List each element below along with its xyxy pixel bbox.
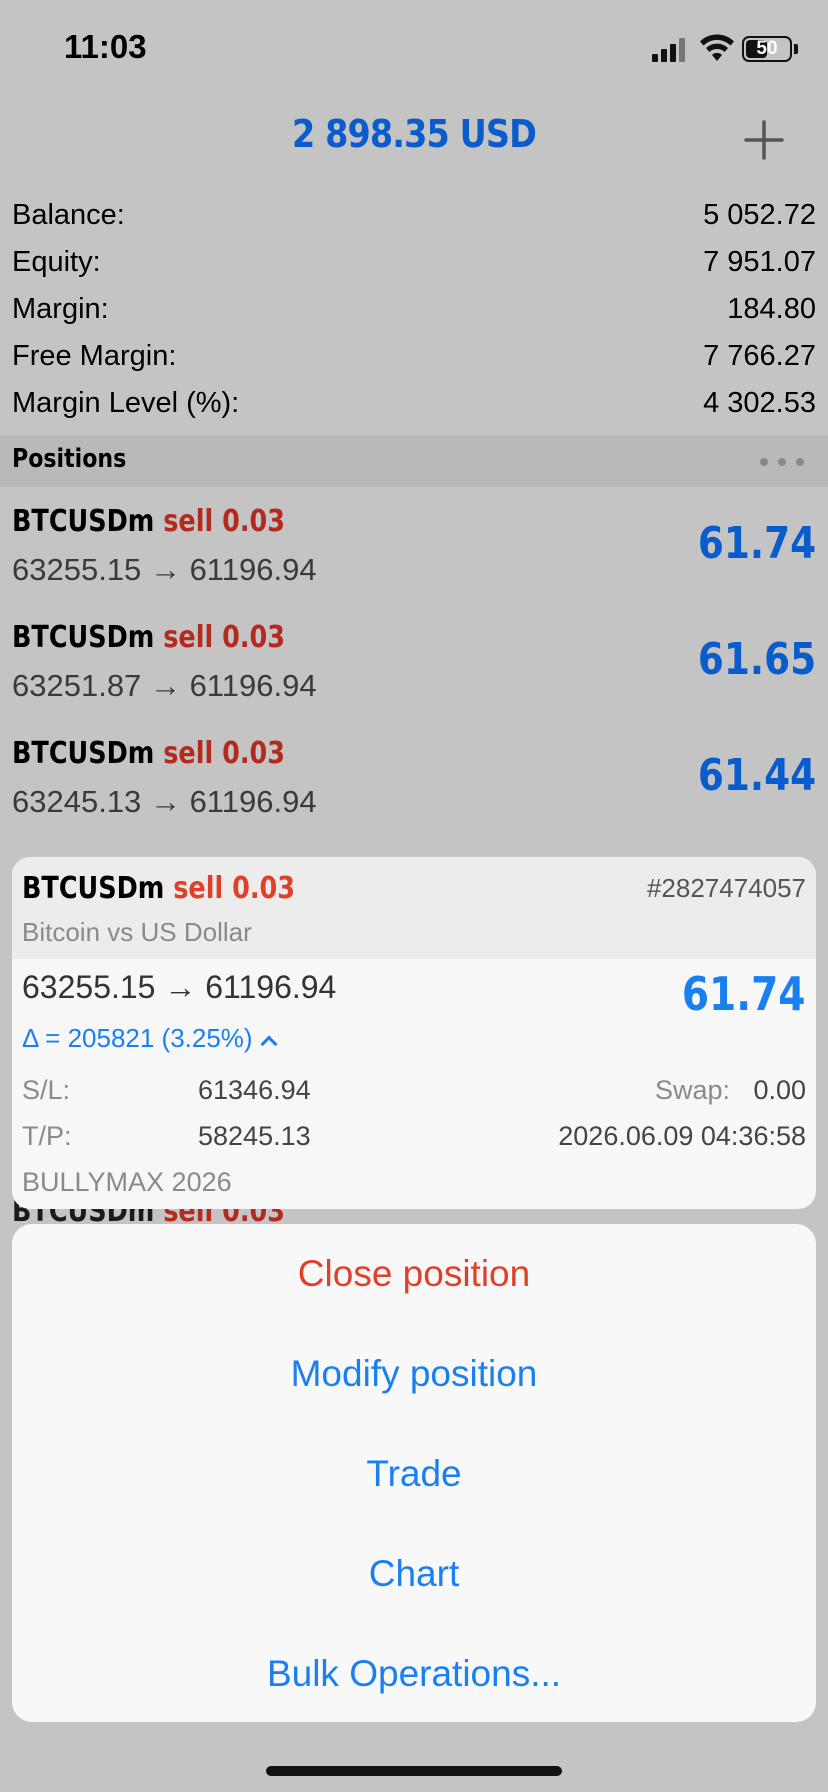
position-prices: 63245.13 → 61196.94 xyxy=(12,784,317,820)
close-position-button[interactable]: Close position xyxy=(12,1224,816,1324)
position-side: sell 0.03 xyxy=(163,736,285,771)
free-margin-label: Free Margin: xyxy=(12,340,177,372)
margin-level-label: Margin Level (%): xyxy=(12,387,240,419)
card-title: BTCUSDm sell 0.03 xyxy=(22,871,295,906)
position-title: BTCUSDm sell 0.03 xyxy=(12,504,285,539)
margin-label: Margin: xyxy=(12,293,109,325)
margin-row: Margin: 184.80 xyxy=(12,286,816,333)
position-detail-card: BTCUSDm sell 0.03 #2827474057 Bitcoin vs… xyxy=(12,857,816,1209)
plus-icon[interactable] xyxy=(742,118,786,162)
open-price: 63255.15 xyxy=(12,552,142,587)
free-margin-value: 7 766.27 xyxy=(703,340,816,372)
position-title: BTCUSDm sell 0.03 xyxy=(12,620,285,655)
status-time: 11:03 xyxy=(64,28,147,65)
chart-button[interactable]: Chart xyxy=(12,1524,816,1624)
battery-icon: 50 xyxy=(742,36,792,62)
card-profit: 61.74 xyxy=(682,967,806,1021)
open-price: 63251.87 xyxy=(12,668,142,703)
arrow-icon: → xyxy=(149,784,181,819)
position-prices: 63251.87 → 61196.94 xyxy=(12,668,317,704)
position-symbol: BTCUSDm xyxy=(12,504,155,539)
balance-value: 5 052.72 xyxy=(703,199,816,231)
open-price: 63245.13 xyxy=(12,784,142,819)
home-indicator[interactable] xyxy=(266,1766,562,1776)
current-price: 61196.94 xyxy=(189,668,317,703)
equity-row: Equity: 7 951.07 xyxy=(12,239,816,286)
position-symbol: BTCUSDm xyxy=(12,620,155,655)
modify-position-button[interactable]: Modify position xyxy=(12,1324,816,1424)
bulk-operations-button[interactable]: Bulk Operations... xyxy=(12,1624,816,1722)
free-margin-row: Free Margin: 7 766.27 xyxy=(12,333,816,380)
swap-value: 0.00 xyxy=(753,1075,806,1105)
margin-value: 184.80 xyxy=(727,293,816,325)
position-profit: 61.44 xyxy=(697,750,816,801)
position-title: BTCUSDm sell 0.03 xyxy=(12,736,285,771)
position-profit: 61.65 xyxy=(697,634,816,685)
cellular-signal-icon xyxy=(652,38,688,62)
swap-label: Swap: xyxy=(654,1075,730,1105)
position-prices: 63255.15 → 61196.94 xyxy=(12,552,317,588)
battery-percent: 50 xyxy=(756,38,778,59)
account-profit-title: 2 898.35 USD xyxy=(291,112,537,156)
margin-level-value: 4 302.53 xyxy=(703,387,816,419)
sl-label: S/L: xyxy=(22,1075,71,1105)
action-sheet: Close position Modify position Trade Cha… xyxy=(12,1224,816,1722)
position-profit: 61.74 xyxy=(697,518,816,569)
card-symbol: BTCUSDm xyxy=(22,871,165,906)
ticket-number: #2827474057 xyxy=(646,873,806,903)
open-time: 2026.06.09 04:36:58 xyxy=(558,1121,806,1151)
balance-row: Balance: 5 052.72 xyxy=(12,192,816,239)
position-side: sell 0.03 xyxy=(163,620,285,655)
chevron-up-icon xyxy=(260,1035,278,1053)
current-price: 61196.94 xyxy=(189,552,317,587)
tp-label: T/P: xyxy=(22,1121,72,1151)
delta-toggle[interactable]: Δ = 205821 (3.25%) xyxy=(22,1023,278,1054)
tp-value: 58245.13 xyxy=(198,1121,311,1151)
symbol-description: Bitcoin vs US Dollar xyxy=(22,917,252,947)
balance-label: Balance: xyxy=(12,199,125,231)
margin-level-row: Margin Level (%): 4 302.53 xyxy=(12,380,816,427)
equity-value: 7 951.07 xyxy=(703,246,816,278)
sl-value: 61346.94 xyxy=(198,1075,311,1105)
positions-title: Positions xyxy=(12,444,127,474)
position-symbol: BTCUSDm xyxy=(12,736,155,771)
card-side: sell 0.03 xyxy=(173,871,295,906)
card-prices: 63255.15 → 61196.94 xyxy=(22,969,337,1005)
wifi-icon xyxy=(700,34,734,61)
more-icon[interactable] xyxy=(760,458,804,468)
arrow-icon: → xyxy=(149,668,181,703)
position-comment: BULLYMAX 2026 xyxy=(22,1167,232,1197)
equity-label: Equity: xyxy=(12,246,101,278)
trade-button[interactable]: Trade xyxy=(12,1424,816,1524)
current-price: 61196.94 xyxy=(189,784,317,819)
delta-value: Δ = 205821 (3.25%) xyxy=(22,1023,253,1053)
position-side: sell 0.03 xyxy=(163,504,285,539)
battery-cap xyxy=(794,44,798,54)
arrow-icon: → xyxy=(149,552,181,587)
